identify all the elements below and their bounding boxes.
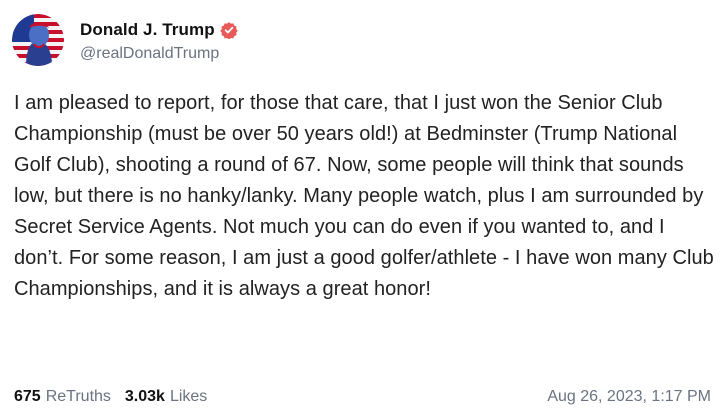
retruths-count: 675 [14, 388, 41, 405]
likes-stat[interactable]: 3.03k Likes [125, 388, 207, 406]
likes-label: Likes [169, 388, 208, 405]
avatar-flag-portrait-icon [12, 14, 64, 66]
post-header: Donald J. Trump @realDonaldTrump [12, 12, 238, 68]
author-handle[interactable]: @realDonaldTrump [80, 45, 238, 63]
retruths-label: ReTruths [45, 388, 111, 405]
likes-count: 3.03k [124, 388, 165, 405]
author-display-name[interactable]: Donald J. Trump [80, 20, 215, 40]
verified-badge-icon [219, 21, 238, 40]
avatar[interactable] [12, 14, 64, 66]
post-timestamp[interactable]: Aug 26, 2023, 1:17 PM [547, 388, 711, 406]
truth-post: Donald J. Trump @realDonaldTrump I am pl… [0, 0, 723, 420]
display-name-row: Donald J. Trump [80, 18, 238, 42]
author-names: Donald J. Trump @realDonaldTrump [80, 18, 238, 63]
retruths-stat[interactable]: 675 ReTruths [14, 388, 111, 406]
post-text: I am pleased to report, for those that c… [14, 92, 714, 300]
post-footer: 675 ReTruths 3.03k Likes Aug 26, 2023, 1… [14, 384, 711, 410]
